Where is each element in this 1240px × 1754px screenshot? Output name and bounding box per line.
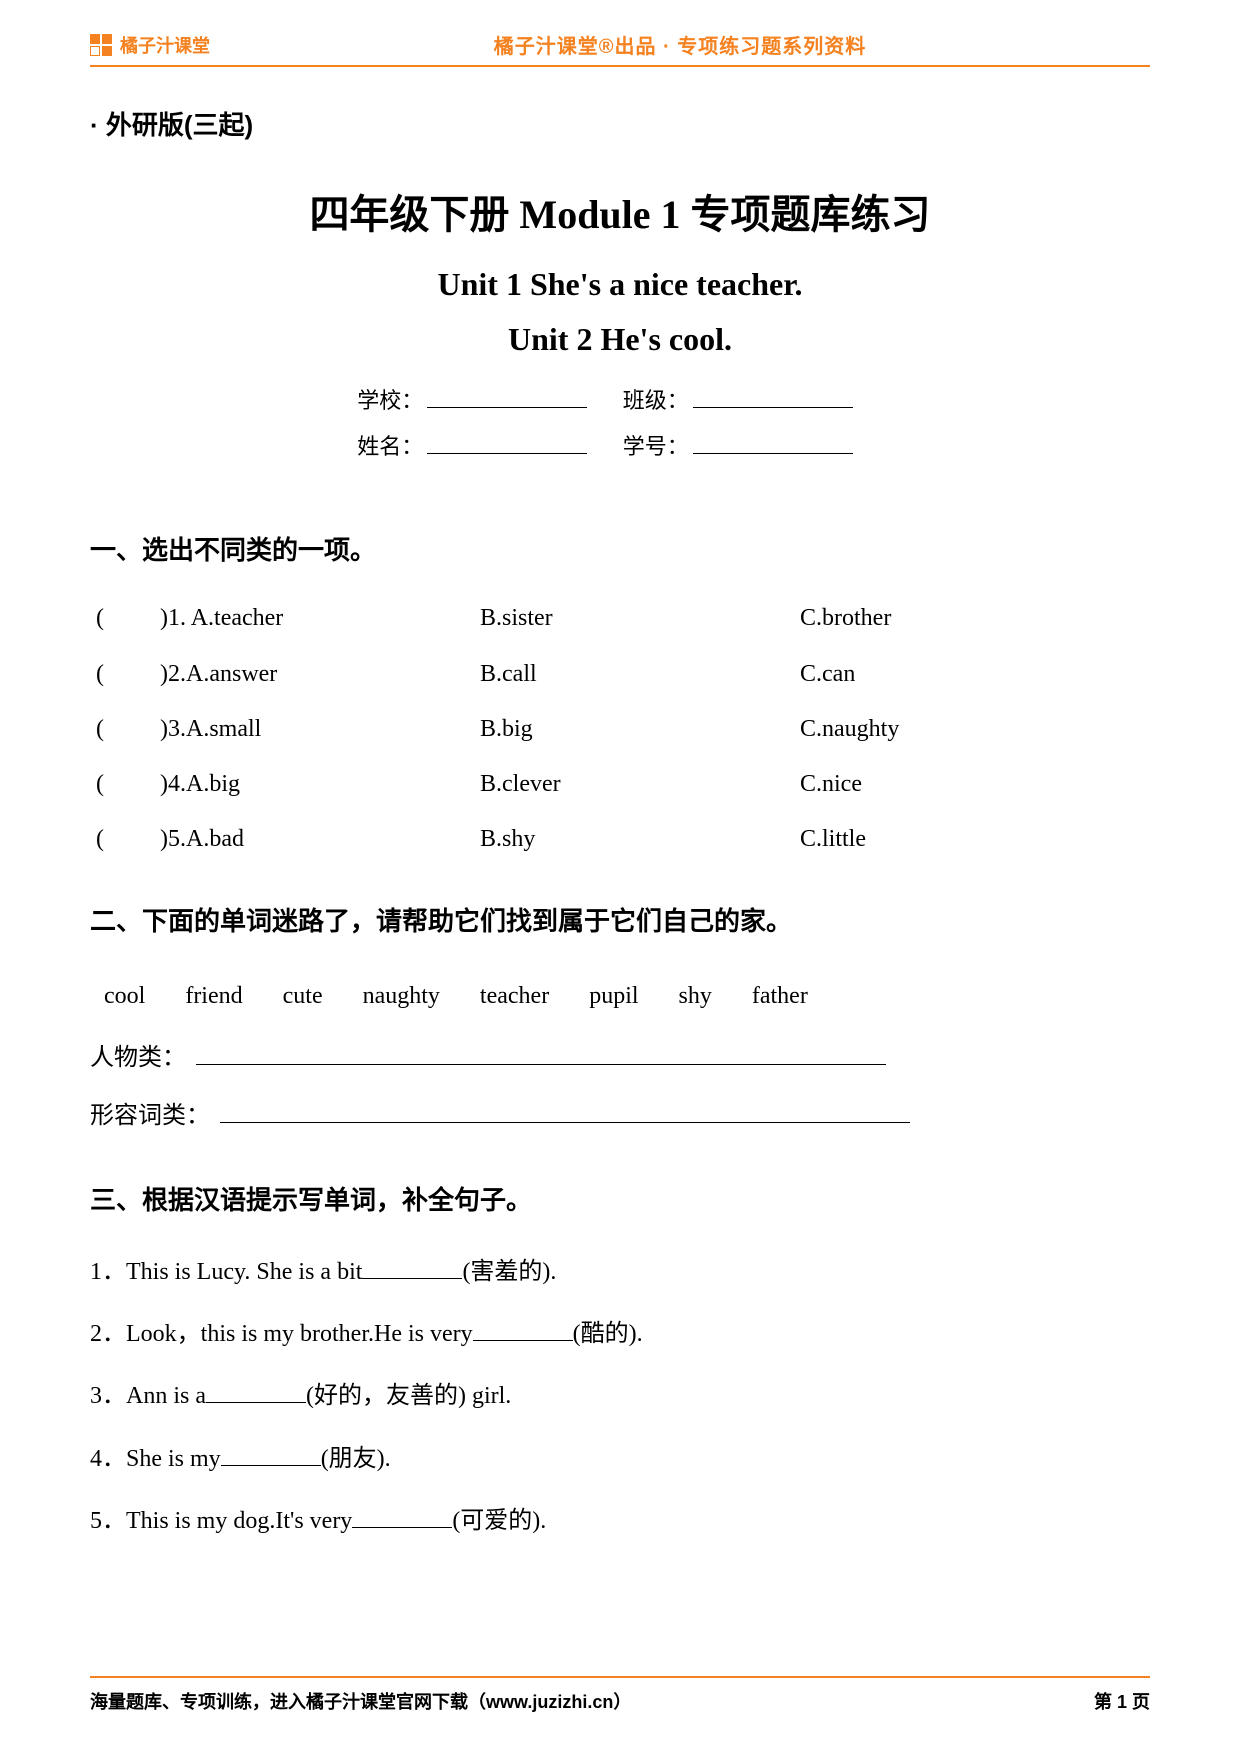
school-label: 学校： bbox=[357, 388, 423, 413]
id-label: 学号： bbox=[623, 434, 689, 459]
word-bank: cool friend cute naughty teacher pupil s… bbox=[90, 962, 1150, 1030]
q1-row: ( )5.A.bad B.shy C.little bbox=[90, 812, 1150, 867]
q1-row: ( )4.A.big B.clever C.nice bbox=[90, 757, 1150, 812]
fill-blank[interactable] bbox=[206, 1378, 306, 1403]
title-main: 四年级下册 Module 1 专项题库练习 bbox=[90, 182, 1150, 240]
fill-blank[interactable] bbox=[473, 1316, 573, 1341]
student-info: 学校： 班级： 姓名： 学号： bbox=[90, 378, 1150, 470]
q1-row: ( )2.A.answer B.call C.can bbox=[90, 647, 1150, 702]
q3-item: 1．This is Lucy. She is a bit(害羞的). bbox=[90, 1241, 1150, 1303]
name-label: 姓名： bbox=[357, 434, 423, 459]
footer-page: 第 1 页 bbox=[1094, 1688, 1150, 1714]
category-adj: 形容词类： bbox=[90, 1088, 1150, 1146]
q3-item: 3．Ann is a(好的，友善的) girl. bbox=[90, 1365, 1150, 1427]
answer-paren[interactable]: ( bbox=[90, 591, 160, 646]
section2-title: 二、下面的单词迷路了，请帮助它们找到属于它们自己的家。 bbox=[90, 901, 1150, 938]
brand-name: 橘子汁课堂 bbox=[120, 32, 210, 58]
logo-icon bbox=[90, 34, 112, 56]
footer-left: 海量题库、专项训练，进入橘子汁课堂官网下载（www.juzizhi.cn） bbox=[90, 1688, 631, 1714]
title-unit1: Unit 1 She's a nice teacher. bbox=[90, 266, 1150, 303]
name-blank[interactable] bbox=[427, 429, 587, 454]
page-footer: 海量题库、专项训练，进入橘子汁课堂官网下载（www.juzizhi.cn） 第 … bbox=[90, 1676, 1150, 1714]
school-blank[interactable] bbox=[427, 383, 587, 408]
q-num: ) bbox=[160, 605, 168, 631]
people-blank[interactable] bbox=[196, 1040, 886, 1065]
title-block: 四年级下册 Module 1 专项题库练习 Unit 1 She's a nic… bbox=[90, 182, 1150, 358]
q1-row: ( )1. A.teacher B.sister C.brother bbox=[90, 591, 1150, 646]
brand-logo: 橘子汁课堂 bbox=[90, 32, 210, 58]
section1-title: 一、选出不同类的一项。 bbox=[90, 530, 1150, 567]
answer-paren[interactable]: ( bbox=[90, 757, 160, 812]
edition-label: · 外研版(三起) bbox=[90, 105, 1150, 142]
title-unit2: Unit 2 He's cool. bbox=[90, 321, 1150, 358]
fill-blank[interactable] bbox=[362, 1254, 462, 1279]
q3-item: 5．This is my dog.It's very(可爱的). bbox=[90, 1490, 1150, 1552]
page-header: 橘子汁课堂 橘子汁课堂®出品 · 专项练习题系列资料 bbox=[90, 30, 1150, 67]
q3-item: 4．She is my(朋友). bbox=[90, 1428, 1150, 1490]
id-blank[interactable] bbox=[693, 429, 853, 454]
adj-blank[interactable] bbox=[220, 1098, 910, 1123]
answer-paren[interactable]: ( bbox=[90, 812, 160, 867]
answer-paren[interactable]: ( bbox=[90, 647, 160, 702]
category-people: 人物类： bbox=[90, 1030, 1150, 1088]
class-label: 班级： bbox=[623, 388, 689, 413]
q1-row: ( )3.A.small B.big C.naughty bbox=[90, 702, 1150, 757]
section3-title: 三、根据汉语提示写单词，补全句子。 bbox=[90, 1180, 1150, 1217]
header-tagline: 橘子汁课堂®出品 · 专项练习题系列资料 bbox=[210, 30, 1150, 59]
fill-blank[interactable] bbox=[352, 1503, 452, 1528]
answer-paren[interactable]: ( bbox=[90, 702, 160, 757]
fill-blank[interactable] bbox=[221, 1441, 321, 1466]
q3-item: 2．Look，this is my brother.He is very(酷的)… bbox=[90, 1303, 1150, 1365]
class-blank[interactable] bbox=[693, 383, 853, 408]
